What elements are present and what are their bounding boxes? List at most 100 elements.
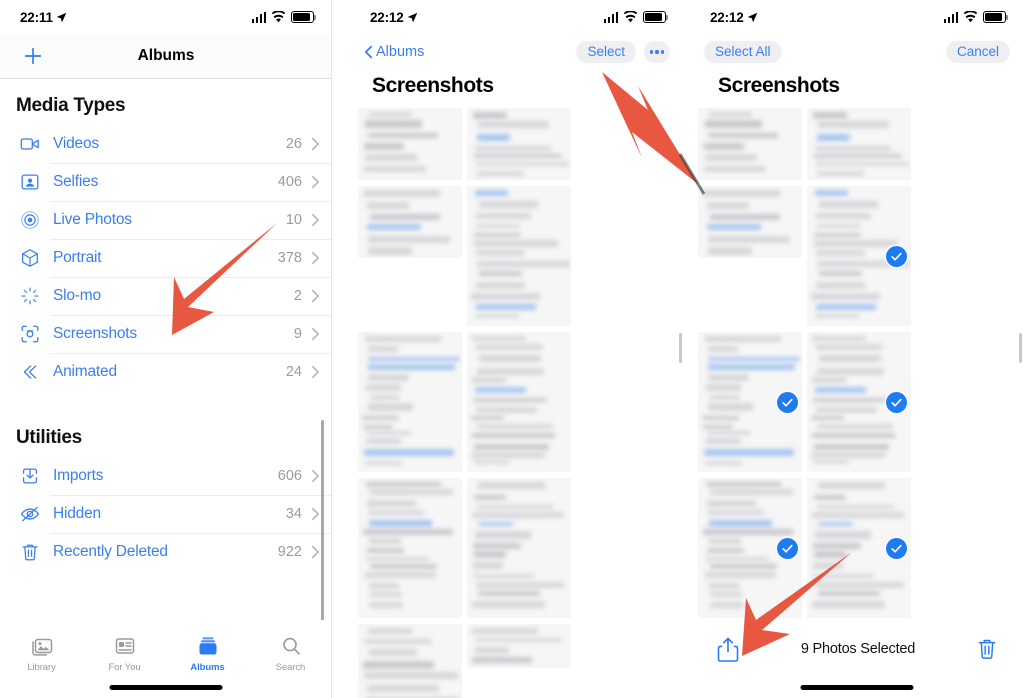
photo-cell[interactable] — [467, 624, 571, 698]
navigation-bar-screenshots: Albums Select — [350, 34, 684, 70]
photo-cell[interactable] — [358, 624, 462, 698]
status-indicators — [251, 11, 317, 23]
photo-grid-browse — [350, 108, 684, 698]
vertical-scrollbar[interactable] — [321, 420, 324, 626]
location-arrow-icon — [56, 12, 67, 22]
back-button-albums[interactable]: Albums — [364, 44, 424, 60]
navigation-bar-selection: Select All Cancel — [690, 34, 1024, 70]
section-heading-media-types: Media Types — [16, 95, 126, 116]
grid-scrollbar[interactable] — [679, 333, 682, 363]
photo-cell[interactable] — [698, 332, 802, 472]
photo-cell[interactable] — [467, 186, 571, 326]
photo-thumbnail[interactable] — [467, 332, 571, 472]
list-item-recently-deleted[interactable]: Recently Deleted 922 — [0, 533, 332, 571]
list-item-live-photos[interactable]: Live Photos 10 — [0, 201, 332, 239]
photo-cell[interactable] — [467, 332, 571, 472]
list-item-label: Selfies — [53, 173, 99, 190]
photo-cell[interactable] — [698, 108, 802, 180]
list-item-imports[interactable]: Imports 606 — [0, 457, 332, 495]
tab-label: Search — [275, 662, 306, 673]
photo-thumbnail[interactable] — [358, 186, 462, 258]
trash-icon[interactable] — [976, 636, 998, 662]
photo-thumbnail[interactable] — [358, 108, 462, 180]
selected-check-badge[interactable] — [777, 392, 798, 413]
share-upload-icon[interactable] — [716, 636, 740, 664]
list-item-animated[interactable]: Animated 24 — [0, 353, 332, 391]
photo-cell[interactable] — [467, 478, 571, 618]
photo-thumbnail[interactable] — [467, 478, 571, 618]
list-item-label: Videos — [53, 135, 99, 152]
list-item-count: 406 — [277, 174, 302, 190]
status-bar-panel3: 22:12 — [690, 0, 1024, 34]
portrait-cube-icon — [18, 246, 42, 270]
list-item-label: Screenshots — [53, 325, 137, 342]
battery-icon — [291, 11, 317, 23]
grid-scrollbar[interactable] — [1019, 333, 1022, 363]
plus-icon[interactable] — [22, 45, 44, 67]
selected-check-badge[interactable] — [886, 246, 907, 267]
selected-check-badge[interactable] — [886, 392, 907, 413]
photo-thumbnail[interactable] — [358, 478, 462, 618]
page-title: Albums — [137, 47, 195, 64]
more-options-button[interactable] — [644, 41, 670, 63]
chevron-right-icon — [312, 289, 319, 303]
screenshots-icon — [18, 322, 42, 346]
status-time: 22:12 — [370, 10, 418, 25]
photo-thumbnail[interactable] — [807, 108, 911, 180]
select-all-button[interactable]: Select All — [704, 41, 782, 63]
tab-search[interactable]: Search — [249, 634, 332, 673]
cancel-button[interactable]: Cancel — [945, 41, 1010, 63]
chevron-right-icon — [312, 469, 319, 483]
photo-thumbnail[interactable] — [358, 624, 462, 698]
photo-thumbnail[interactable] — [467, 108, 571, 180]
list-item-videos[interactable]: Videos 26 — [0, 125, 332, 163]
list-item-label: Slo-mo — [53, 287, 101, 304]
chevron-right-icon — [312, 545, 319, 559]
photo-cell[interactable] — [807, 332, 911, 472]
photo-thumbnail[interactable] — [358, 332, 462, 472]
video-camera-icon — [18, 132, 42, 156]
status-bar-panel2: 22:12 — [350, 0, 684, 34]
selected-check-badge[interactable] — [777, 538, 798, 559]
checkmark-circle-icon — [891, 252, 902, 261]
photo-thumbnail[interactable] — [467, 186, 571, 326]
tab-bar-panel1: Library For You Albums Search — [0, 620, 332, 698]
status-indicators — [943, 11, 1009, 23]
list-item-portrait[interactable]: Portrait 378 — [0, 239, 332, 277]
selection-status-text: 9 Photos Selected — [800, 641, 916, 657]
photo-thumbnail[interactable] — [698, 186, 802, 258]
tab-library[interactable]: Library — [0, 634, 83, 673]
hidden-eye-slash-icon — [18, 502, 42, 526]
photo-cell[interactable] — [358, 108, 462, 180]
list-item-hidden[interactable]: Hidden 34 — [0, 495, 332, 533]
list-item-label: Recently Deleted — [53, 543, 168, 560]
list-item-count: 606 — [277, 468, 302, 484]
photo-cell[interactable] — [698, 478, 802, 618]
photo-cell[interactable] — [467, 108, 571, 180]
photo-cell[interactable] — [807, 108, 911, 180]
live-photo-icon — [18, 208, 42, 232]
tab-albums[interactable]: Albums — [166, 634, 249, 673]
photo-cell[interactable] — [358, 332, 462, 472]
photo-grid-selection — [690, 108, 1024, 698]
list-item-count: 24 — [285, 364, 302, 380]
selected-check-badge[interactable] — [886, 538, 907, 559]
home-indicator — [109, 685, 223, 690]
photo-cell[interactable] — [358, 478, 462, 618]
list-item-selfies[interactable]: Selfies 406 — [0, 163, 332, 201]
photo-cell[interactable] — [807, 478, 911, 618]
photo-thumbnail[interactable] — [467, 624, 571, 668]
photo-cell[interactable] — [358, 186, 462, 326]
location-arrow-icon — [407, 12, 417, 22]
photo-cell[interactable] — [698, 186, 802, 326]
tab-for-you[interactable]: For You — [83, 634, 166, 673]
select-button[interactable]: Select — [576, 41, 636, 63]
photo-cell[interactable] — [807, 186, 911, 326]
photo-thumbnail[interactable] — [698, 108, 802, 180]
list-item-count: 922 — [277, 544, 302, 560]
list-item-screenshots[interactable]: Screenshots 9 — [0, 315, 332, 353]
list-item-slo-mo[interactable]: Slo-mo 2 — [0, 277, 332, 315]
search-icon — [282, 637, 300, 655]
slo-mo-icon — [18, 284, 42, 308]
